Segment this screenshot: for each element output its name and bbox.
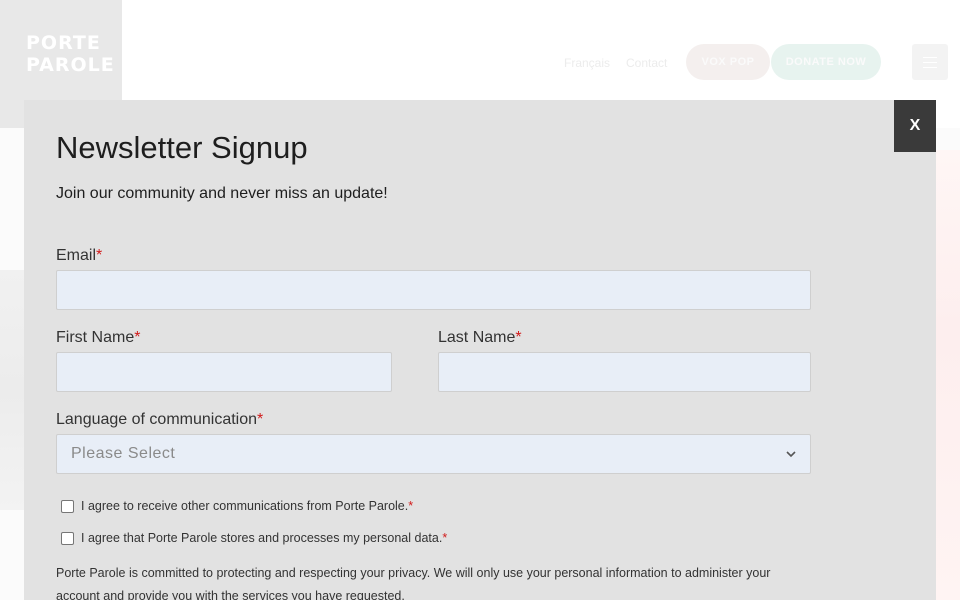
hamburger-icon [923, 62, 937, 63]
modal-title: Newsletter Signup [56, 130, 308, 165]
language-label: Language of communication* [56, 411, 263, 429]
donate-button[interactable]: DONATE NOW [771, 44, 881, 80]
email-label-text: Email [56, 247, 97, 264]
last-name-field[interactable] [438, 352, 811, 392]
hamburger-icon [923, 57, 937, 58]
background-artwork [936, 150, 960, 600]
communications-consent-label: I agree to receive other communications … [81, 499, 413, 513]
required-marker: * [515, 329, 522, 346]
logo-line: PORTE [26, 32, 101, 54]
language-select[interactable]: Please Select [56, 434, 811, 474]
last-name-label: Last Name* [438, 329, 522, 347]
close-button[interactable]: X [894, 100, 936, 152]
modal-subtitle: Join our community and never miss an upd… [56, 185, 388, 202]
email-label: Email* [56, 247, 102, 265]
nav-language-link[interactable]: Français [564, 56, 610, 70]
language-select-value: Please Select [71, 445, 176, 462]
data-consent-checkbox[interactable] [61, 531, 74, 545]
required-marker: * [134, 329, 141, 346]
logo-text: PORTE PAROLE [26, 32, 115, 76]
data-consent-row: I agree that Porte Parole stores and pro… [61, 531, 447, 545]
required-marker: * [96, 247, 103, 264]
consent-text: I agree that Porte Parole stores and pro… [81, 531, 443, 545]
last-name-label-text: Last Name [438, 329, 516, 346]
first-name-field[interactable] [56, 352, 392, 392]
hamburger-icon [923, 67, 937, 68]
required-marker: * [442, 531, 448, 545]
consent-text: I agree to receive other communications … [81, 499, 409, 513]
nav-contact-link[interactable]: Contact [626, 56, 667, 70]
background-artwork [0, 270, 24, 510]
logo-line: PAROLE [26, 54, 115, 76]
first-name-label: First Name* [56, 329, 140, 347]
privacy-notice: Porte Parole is committed to protecting … [56, 566, 771, 600]
communications-consent-checkbox[interactable] [61, 499, 74, 513]
email-field[interactable] [56, 270, 811, 310]
voxpop-button[interactable]: VOX POP [686, 44, 770, 80]
newsletter-modal [24, 100, 936, 600]
language-label-text: Language of communication [56, 411, 258, 428]
communications-consent-row: I agree to receive other communications … [61, 499, 413, 513]
chevron-down-icon [786, 451, 796, 458]
data-consent-label: I agree that Porte Parole stores and pro… [81, 531, 447, 545]
required-marker: * [257, 411, 264, 428]
menu-button[interactable] [912, 44, 948, 80]
required-marker: * [408, 499, 414, 513]
first-name-label-text: First Name [56, 329, 135, 346]
